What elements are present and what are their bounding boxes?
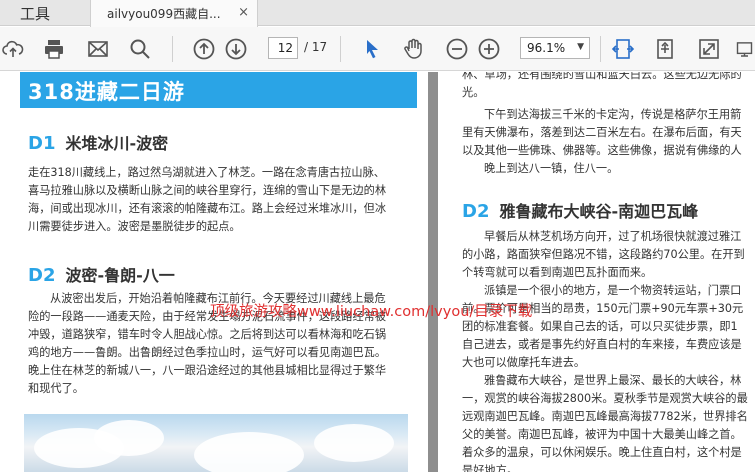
right-top-paragraph: 林、草场，还有围绕的雪山和蓝天白云。这些无边无际的 光。 — [462, 72, 755, 102]
toolbar-divider — [340, 36, 341, 62]
text-line: 海，间或出现冰川，还有滚滚的帕隆藏布江。路上会经过米堆冰川，但冰 — [28, 202, 387, 215]
chevron-down-icon: ▼ — [577, 42, 584, 52]
landscape-photo — [24, 414, 408, 472]
day2-number: D2 — [28, 265, 56, 286]
prev-page-icon[interactable] — [191, 36, 217, 62]
text-line: 以及其他一些佛珠、佛器等。这些佛像，据说有佛缘的人 — [462, 144, 742, 157]
text-line: 父的美誉。南迦巴瓦峰，被评为中国十大最美山峰之首。 — [462, 428, 742, 441]
text-line: 大也可以做摩托车进去。 — [462, 356, 586, 369]
fit-width-icon[interactable] — [610, 36, 636, 62]
text-line: 里有天佛瀑布，落差到达二百米左右。在瀑布后面，有天 — [462, 126, 742, 139]
text-line: 个转弯就可以看到南迦巴瓦扑面而来。 — [462, 266, 653, 279]
toolbar-divider — [172, 36, 173, 62]
text-line: 下午到达海拔三千米的卡定沟，传说是格萨尔王用箭 — [484, 108, 742, 121]
page-total: / 17 — [304, 40, 328, 54]
text-line: 晚上住在林芝的新城八一，八一跟沿途经过的其他县城相比显得过于繁华 — [28, 364, 387, 377]
day1-title: 米堆冰川-波密 — [65, 134, 169, 153]
rotate-page-icon[interactable] — [652, 36, 678, 62]
section-banner: 318进藏二日游 — [20, 72, 417, 108]
zoom-select[interactable]: 96.1% ▼ — [520, 37, 590, 59]
right-day2-number: D2 — [462, 201, 490, 222]
day2-heading: D2 波密-鲁朗-八一 — [28, 262, 175, 286]
zoom-value: 96.1% — [527, 41, 566, 55]
tab-bar: 工具 ailvyou099西藏自... × — [0, 0, 755, 27]
text-line: 远观南迦巴瓦峰。南迦巴瓦峰最高海拔7782米，世界排名 — [462, 410, 748, 423]
print-icon[interactable] — [41, 36, 67, 62]
pdf-page-right: 林、草场，还有围绕的雪山和蓝天白云。这些无边无际的 光。 下午到达海拔三千米的卡… — [438, 72, 755, 472]
text-line: 走在318川藏线上，路过然乌湖就进入了林芝。一路在念青唐古拉山脉、 — [28, 166, 385, 179]
tab-document-label: ailvyou099西藏自... — [107, 7, 221, 21]
hand-tool-icon[interactable] — [400, 36, 426, 62]
text-line: 林、草场，还有围绕的雪山和蓝天白云。这些无边无际的 — [462, 72, 742, 81]
tab-document[interactable]: ailvyou099西藏自... × — [90, 0, 258, 27]
document-viewport[interactable]: 318进藏二日游 D1 米堆冰川-波密 走在318川藏线上，路过然乌湖就进入了林芝… — [0, 72, 755, 472]
right-day2-title: 雅鲁藏布大峡谷-南迦巴瓦峰 — [499, 202, 699, 221]
day1-heading: D1 米堆冰川-波密 — [28, 130, 168, 154]
text-line: 是好地方。 — [462, 464, 518, 472]
day2-title: 波密-鲁朗-八一 — [65, 266, 175, 285]
mail-icon[interactable] — [85, 36, 111, 62]
text-line: 着众多的温泉，可以休闲娱乐。晚上住直白村，这个村是 — [462, 446, 742, 459]
select-arrow-icon[interactable] — [359, 36, 385, 62]
watermark-text: 顶级旅游攻略www.liuchaw.com/lvyou/目录下载 — [210, 304, 533, 320]
text-line: 的小路，路面狭窄但路况不错，这段路约70公里。在开到 — [462, 248, 745, 261]
next-page-icon[interactable] — [223, 36, 249, 62]
text-line: 自己进去，或者是事先约好直白村的车来接，车费应该是 — [462, 338, 742, 351]
more-tools-icon[interactable] — [734, 36, 755, 62]
text-line: 早餐后从林芝机场方向开，过了机场很快就渡过雅江 — [484, 230, 742, 243]
upload-icon[interactable] — [0, 36, 26, 62]
toolbar-divider — [600, 36, 601, 62]
text-line: 川需要徒步进入。波密是墨脱徒步的起点。 — [28, 220, 241, 233]
text-line: 鸡的地方——鲁朗。出鲁朗经过色季拉山时，运气好可以看见南迦巴瓦。 — [28, 346, 387, 359]
fullscreen-icon[interactable] — [696, 36, 722, 62]
zoom-out-icon[interactable] — [444, 36, 470, 62]
right-mid-paragraph: 下午到达海拔三千米的卡定沟，传说是格萨尔王用箭 里有天佛瀑布，落差到达二百米左右… — [462, 106, 755, 178]
right-day2-paragraph: 早餐后从林芝机场方向开，过了机场很快就渡过雅江 的小路，路面狭窄但路况不错，这段… — [462, 228, 755, 472]
day1-number: D1 — [28, 133, 56, 154]
page-number-input[interactable] — [268, 37, 298, 59]
text-line: 雅鲁藏布大峡谷，是世界上最深、最长的大峡谷，林 — [484, 374, 742, 387]
pdf-page-left: 318进藏二日游 D1 米堆冰川-波密 走在318川藏线上，路过然乌湖就进入了林芝… — [0, 72, 428, 472]
text-line: 和现代了。 — [28, 382, 84, 395]
day1-paragraph: 走在318川藏线上，路过然乌湖就进入了林芝。一路在念青唐古拉山脉、 喜马拉雅山脉… — [28, 164, 413, 236]
right-day2-heading: D2 雅鲁藏布大峡谷-南迦巴瓦峰 — [462, 198, 698, 222]
close-tab-icon[interactable]: × — [238, 5, 249, 20]
text-line: 光。 — [462, 86, 485, 99]
text-line: 喜马拉雅山脉以及横断山脉之间的峡谷里穿行，连绵的雪山下是无边的林 — [28, 184, 387, 197]
search-icon[interactable] — [127, 36, 153, 62]
text-line: 派镇是一个很小的地方，是一个物资转运站，门票口 — [484, 284, 742, 297]
banner-title: 318进藏二日游 — [28, 80, 185, 104]
tab-tools[interactable]: 工具 — [0, 0, 70, 26]
text-line: 晚上到达八一镇，住八一。 — [484, 162, 619, 175]
text-line: 一，观赏的峡谷海拔2800米。夏秋季节是观赏大峡谷的最 — [462, 392, 748, 405]
text-line: 冲毁，道路狭窄，错车时令人胆战心惊。之后将到达可以看林海和吃石锅 — [28, 328, 387, 341]
zoom-in-icon[interactable] — [476, 36, 502, 62]
